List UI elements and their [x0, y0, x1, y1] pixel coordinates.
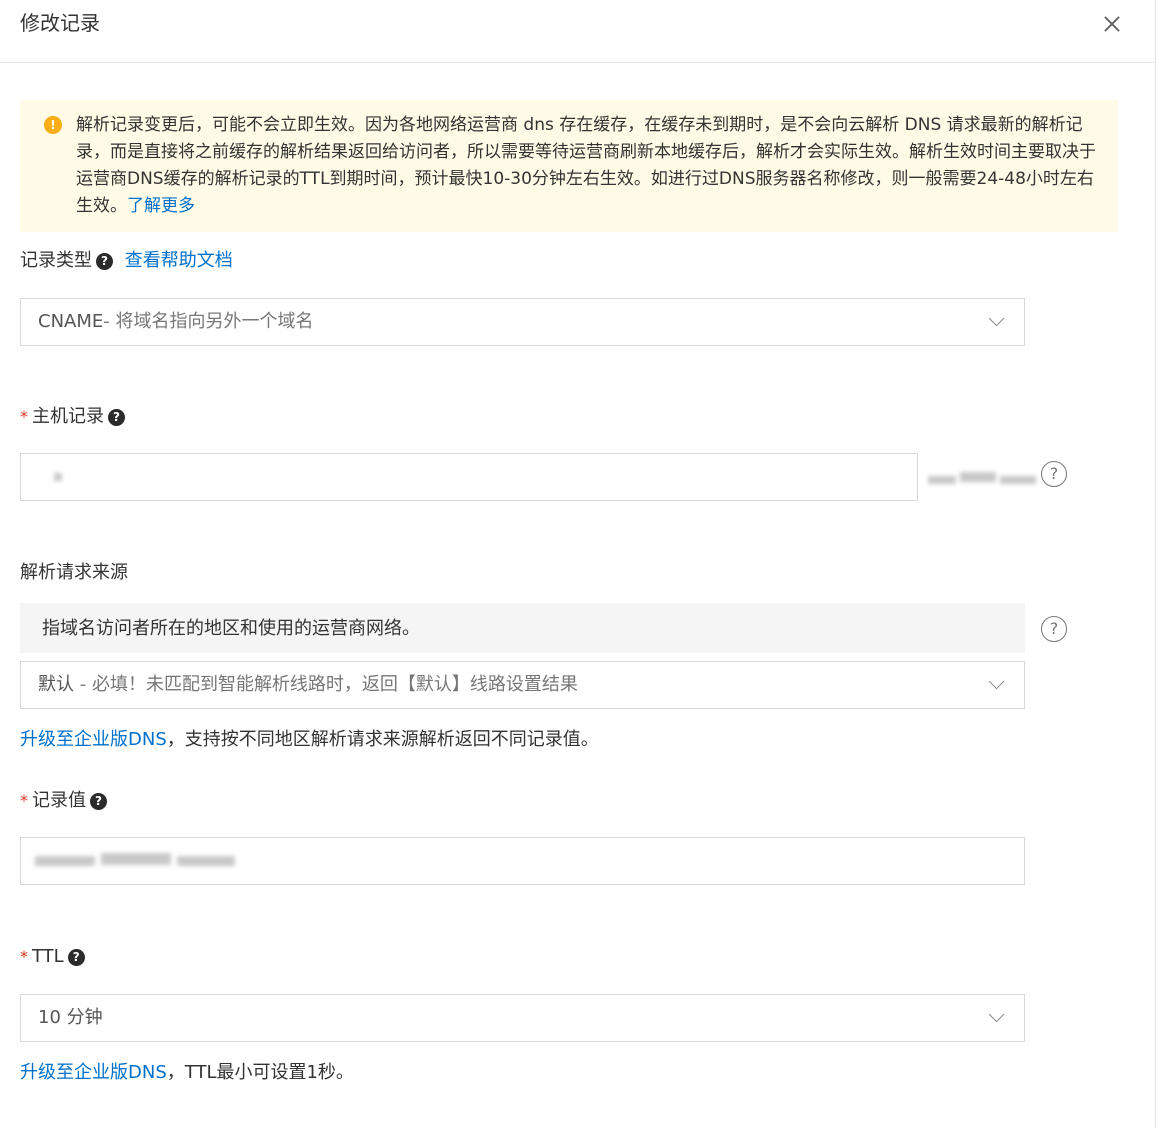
ttl-label-row: * TTL?: [20, 944, 85, 970]
host-record-label-row: * 主机记录?: [20, 404, 125, 430]
record-value-label-row: * 记录值?: [20, 788, 107, 814]
record-type-label: 记录类型: [20, 250, 92, 271]
domain-suffix: [926, 466, 1038, 492]
chevron-down-icon: [988, 673, 1005, 690]
request-source-select[interactable]: 默认 - 必填！未匹配到智能解析线路时，返回【默认】线路设置结果: [20, 661, 1025, 709]
help-icon[interactable]: ?: [90, 793, 107, 810]
help-icon[interactable]: ?: [96, 253, 113, 270]
request-source-desc-text: 指域名访问者所在的地区和使用的运营商网络。: [42, 618, 420, 639]
warning-icon: !: [44, 116, 62, 134]
upgrade-enterprise-link[interactable]: 升级至企业版DNS: [20, 729, 167, 750]
host-record-input[interactable]: [20, 453, 918, 501]
redacted-suffix: [928, 476, 956, 484]
page-title: 修改记录: [20, 11, 100, 35]
record-value-label: 记录值: [32, 790, 86, 811]
chevron-down-icon: [988, 1006, 1005, 1023]
request-source-label: 解析请求来源: [20, 562, 128, 583]
help-doc-link[interactable]: 查看帮助文档: [125, 250, 233, 271]
ttl-upgrade: 升级至企业版DNS，TTL最小可设置1秒。: [20, 1060, 354, 1086]
close-icon[interactable]: [1100, 12, 1124, 36]
upgrade-text: ，TTL最小可设置1秒。: [166, 1062, 354, 1083]
alert-text: 解析记录变更后，可能不会立即生效。因为各地网络运营商 dns 存在缓存，在缓存未…: [76, 112, 1106, 220]
help-icon[interactable]: ?: [108, 409, 125, 426]
redacted-suffix: [1000, 476, 1036, 484]
header-divider: [0, 62, 1155, 63]
ttl-label: TTL: [32, 946, 64, 967]
redacted-value: [177, 856, 235, 866]
record-type-select[interactable]: CNAME- 将域名指向另外一个域名: [20, 298, 1025, 346]
record-type-selected: CNAME: [38, 311, 104, 332]
ttl-select[interactable]: 10 分钟: [20, 994, 1025, 1042]
redacted-value: [35, 856, 95, 866]
request-source-desc: - 必填！未匹配到智能解析线路时，返回【默认】线路设置结果: [74, 674, 578, 695]
ttl-value: 10 分钟: [38, 1006, 103, 1030]
record-type-value: CNAME- 将域名指向另外一个域名: [38, 310, 313, 334]
learn-more-link[interactable]: 了解更多: [127, 196, 195, 216]
ttl-selected: 10 分钟: [38, 1007, 103, 1028]
redacted-suffix: [960, 472, 996, 482]
panel-edge: [1155, 0, 1156, 1128]
record-type-desc: - 将域名指向另外一个域名: [103, 311, 314, 332]
request-source-description: 指域名访问者所在的地区和使用的运营商网络。: [20, 603, 1025, 653]
request-source-upgrade: 升级至企业版DNS，支持按不同地区解析请求来源解析返回不同记录值。: [20, 727, 599, 753]
required-mark: *: [20, 791, 28, 810]
record-type-label-row: 记录类型? 查看帮助文档: [20, 248, 233, 274]
warning-alert: ! 解析记录变更后，可能不会立即生效。因为各地网络运营商 dns 存在缓存，在缓…: [20, 100, 1118, 232]
help-circle-icon[interactable]: ?: [1041, 616, 1067, 642]
request-source-value: 默认 - 必填！未匹配到智能解析线路时，返回【默认】线路设置结果: [38, 673, 578, 697]
help-circle-icon[interactable]: ?: [1041, 461, 1067, 487]
alert-message: 解析记录变更后，可能不会立即生效。因为各地网络运营商 dns 存在缓存，在缓存未…: [76, 115, 1096, 216]
required-mark: *: [20, 947, 28, 966]
host-record-label: 主机记录: [32, 406, 104, 427]
redacted-value: [54, 473, 62, 481]
required-mark: *: [20, 407, 28, 426]
redacted-value: [101, 853, 171, 865]
record-value-input[interactable]: [20, 837, 1025, 885]
upgrade-text: ，支持按不同地区解析请求来源解析返回不同记录值。: [166, 729, 599, 750]
request-source-selected: 默认: [38, 674, 74, 695]
chevron-down-icon: [988, 310, 1005, 327]
help-icon[interactable]: ?: [67, 949, 85, 966]
upgrade-enterprise-link[interactable]: 升级至企业版DNS: [20, 1062, 167, 1083]
